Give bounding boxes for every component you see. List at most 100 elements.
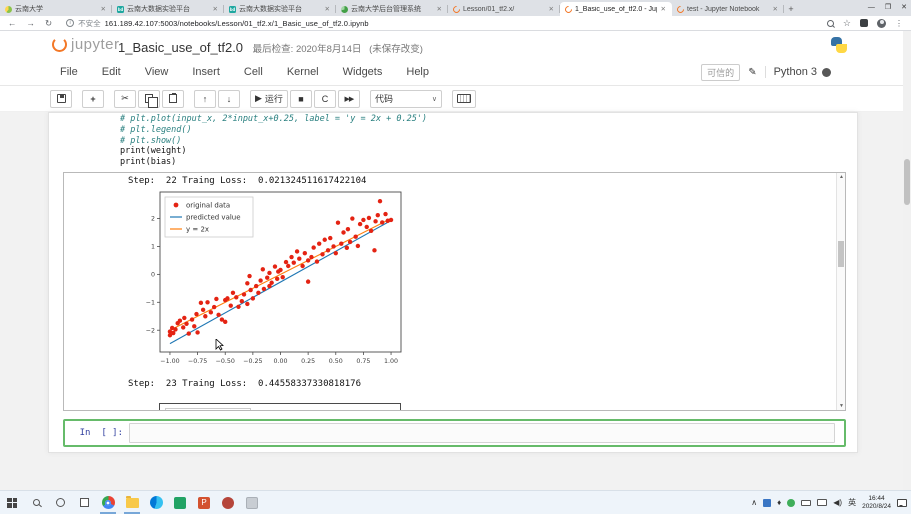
menu-file[interactable]: File xyxy=(48,66,90,78)
cut-icon: ✂ xyxy=(121,93,129,104)
browser-tab-6[interactable]: test - Jupyter Notebook ✕ xyxy=(672,2,784,16)
tab-close-icon[interactable]: ✕ xyxy=(212,5,219,13)
cell-output-area[interactable]: Step: 22 Traing Loss: 0.0213245116174221… xyxy=(63,172,846,411)
task-view-button[interactable] xyxy=(72,492,96,514)
cut-cell-button[interactable]: ✂ xyxy=(114,90,136,108)
scroll-down-icon[interactable]: ▼ xyxy=(837,403,846,409)
save-button[interactable] xyxy=(50,90,72,108)
action-center-icon[interactable] xyxy=(897,499,907,507)
output-scrollbar-thumb[interactable] xyxy=(838,241,844,267)
site-info-icon[interactable]: i xyxy=(66,19,74,27)
menu-view[interactable]: View xyxy=(133,66,181,78)
save-icon xyxy=(57,94,66,103)
volume-icon[interactable]: ◀) xyxy=(833,498,842,507)
clock[interactable]: 16:44 2020/8/24 xyxy=(862,495,891,511)
move-cell-up-button[interactable]: ↑ xyxy=(194,90,216,108)
kernel-name: Python 3 xyxy=(774,66,817,78)
browser-tab-active[interactable]: 1_Basic_use_of_tf2.0 - Jupyter ✕ xyxy=(560,2,672,16)
stop-kernel-button[interactable]: ■ xyxy=(290,90,312,108)
tab-close-icon[interactable]: ✕ xyxy=(660,5,667,13)
refresh-icon[interactable]: ↻ xyxy=(45,18,52,29)
tab-close-icon[interactable]: ✕ xyxy=(100,5,107,13)
taskbar-powerpoint[interactable]: P xyxy=(192,492,216,514)
taskbar-chrome[interactable] xyxy=(96,492,120,514)
network-app-icon[interactable] xyxy=(787,499,795,507)
second-figure-partial: original data xyxy=(159,403,401,411)
tray-app-icon[interactable] xyxy=(763,499,771,507)
taskbar-app-gray[interactable] xyxy=(240,492,264,514)
cortana-button[interactable] xyxy=(48,492,72,514)
monitor-icon[interactable] xyxy=(817,499,827,506)
browser-tab-4[interactable]: Lesson/01_tf2.x/ ✕ xyxy=(448,2,560,16)
url-text[interactable]: 161.189.42.107:5003/notebooks/Lesson/01_… xyxy=(105,19,369,28)
menu-kernel[interactable]: Kernel xyxy=(275,66,331,78)
window-minimize-button[interactable]: — xyxy=(868,0,875,15)
menu-help[interactable]: Help xyxy=(394,66,441,78)
tab-close-icon[interactable]: ✕ xyxy=(436,5,443,13)
new-tab-button[interactable]: + xyxy=(784,2,798,16)
svg-text:−1.00: −1.00 xyxy=(160,358,179,365)
restart-kernel-button[interactable]: C xyxy=(314,90,336,108)
paste-cell-button[interactable] xyxy=(162,90,184,108)
svg-text:original data: original data xyxy=(186,202,230,210)
svg-text:2: 2 xyxy=(151,216,155,223)
bookmark-star-icon[interactable]: ☆ xyxy=(843,18,851,29)
menu-insert[interactable]: Insert xyxy=(180,66,232,78)
taskbar-file-explorer[interactable] xyxy=(120,492,144,514)
ime-indicator[interactable]: 英 xyxy=(848,497,856,508)
zoom-icon[interactable] xyxy=(827,20,834,27)
taskbar-search-button[interactable] xyxy=(24,492,48,514)
jupyter-logo-icon xyxy=(52,37,67,52)
menu-cell[interactable]: Cell xyxy=(232,66,275,78)
code-line: print(bias) xyxy=(120,157,844,168)
command-palette-button[interactable] xyxy=(452,90,476,108)
keyboard-icon xyxy=(457,94,471,103)
copy-cell-button[interactable] xyxy=(138,90,160,108)
menu-widgets[interactable]: Widgets xyxy=(331,66,395,78)
tab-close-icon[interactable]: ✕ xyxy=(548,5,555,13)
browser-tab-3[interactable]: 云南大学后台管理系统 ✕ xyxy=(336,2,448,16)
start-button[interactable] xyxy=(0,492,24,514)
browser-tab-1[interactable]: bd 云南大数据实验平台 ✕ xyxy=(112,2,224,16)
move-cell-down-button[interactable]: ↓ xyxy=(218,90,240,108)
training-loss-step22: Step: 22 Traing Loss: 0.0213245116174221… xyxy=(128,176,366,186)
training-loss-step23: Step: 23 Traing Loss: 0.4455833733081817… xyxy=(128,379,361,389)
page-scrollbar-thumb[interactable] xyxy=(904,159,910,205)
page-scrollbar[interactable] xyxy=(903,31,911,490)
taskbar-app-red[interactable] xyxy=(216,492,240,514)
tab-close-icon[interactable]: ✕ xyxy=(324,5,331,13)
notebook-title[interactable]: 1_Basic_use_of_tf2.0 最后检查: 2020年8月14日 (未… xyxy=(118,40,423,55)
empty-code-cell[interactable]: In [ ]: xyxy=(63,419,846,447)
run-button[interactable]: ▶运行 xyxy=(250,90,288,108)
jupyter-logo[interactable]: jupyter xyxy=(52,36,120,53)
back-icon[interactable]: ← xyxy=(8,18,17,29)
browser-tab-0[interactable]: 云南大学 ✕ xyxy=(0,2,112,16)
extension-icon[interactable] xyxy=(860,19,868,27)
menu-edit[interactable]: Edit xyxy=(90,66,133,78)
tab-title: test - Jupyter Notebook xyxy=(687,6,769,13)
microphone-icon[interactable]: ♦ xyxy=(777,498,781,507)
tray-expand-icon[interactable]: ∧ xyxy=(751,498,757,507)
restart-run-all-button[interactable]: ▶▶ xyxy=(338,90,360,108)
tab-close-icon[interactable]: ✕ xyxy=(772,5,779,13)
svg-text:−2: −2 xyxy=(146,327,155,334)
browser-menu-icon[interactable]: ⋮ xyxy=(895,19,903,28)
code-input-field[interactable] xyxy=(129,423,835,443)
forward-icon[interactable]: → xyxy=(27,18,36,29)
code-line: # plt.plot(input_x, 2*input_x+0.25, labe… xyxy=(120,114,844,125)
code-cell-input[interactable]: # plt.plot(input_x, 2*input_x+0.25, labe… xyxy=(120,114,844,168)
profile-avatar[interactable] xyxy=(877,19,886,28)
taskbar-edge[interactable] xyxy=(144,492,168,514)
scroll-up-icon[interactable]: ▲ xyxy=(837,174,846,180)
add-cell-button[interactable]: + xyxy=(82,90,104,108)
window-restore-button[interactable]: ❐ xyxy=(885,0,891,15)
trusted-button[interactable]: 可信的 xyxy=(701,64,740,81)
browser-tab-2[interactable]: bd 云南大数据实验平台 ✕ xyxy=(224,2,336,16)
output-scrollbar[interactable]: ▲ ▼ xyxy=(836,173,845,410)
taskbar-app-green[interactable] xyxy=(168,492,192,514)
not-secure-label[interactable]: 不安全 xyxy=(78,18,101,29)
window-close-button[interactable]: ✕ xyxy=(901,0,907,15)
edit-pencil-icon: ✎ xyxy=(748,67,756,78)
battery-icon[interactable] xyxy=(801,500,811,506)
cell-type-dropdown[interactable]: 代码 ∨ xyxy=(370,90,442,108)
